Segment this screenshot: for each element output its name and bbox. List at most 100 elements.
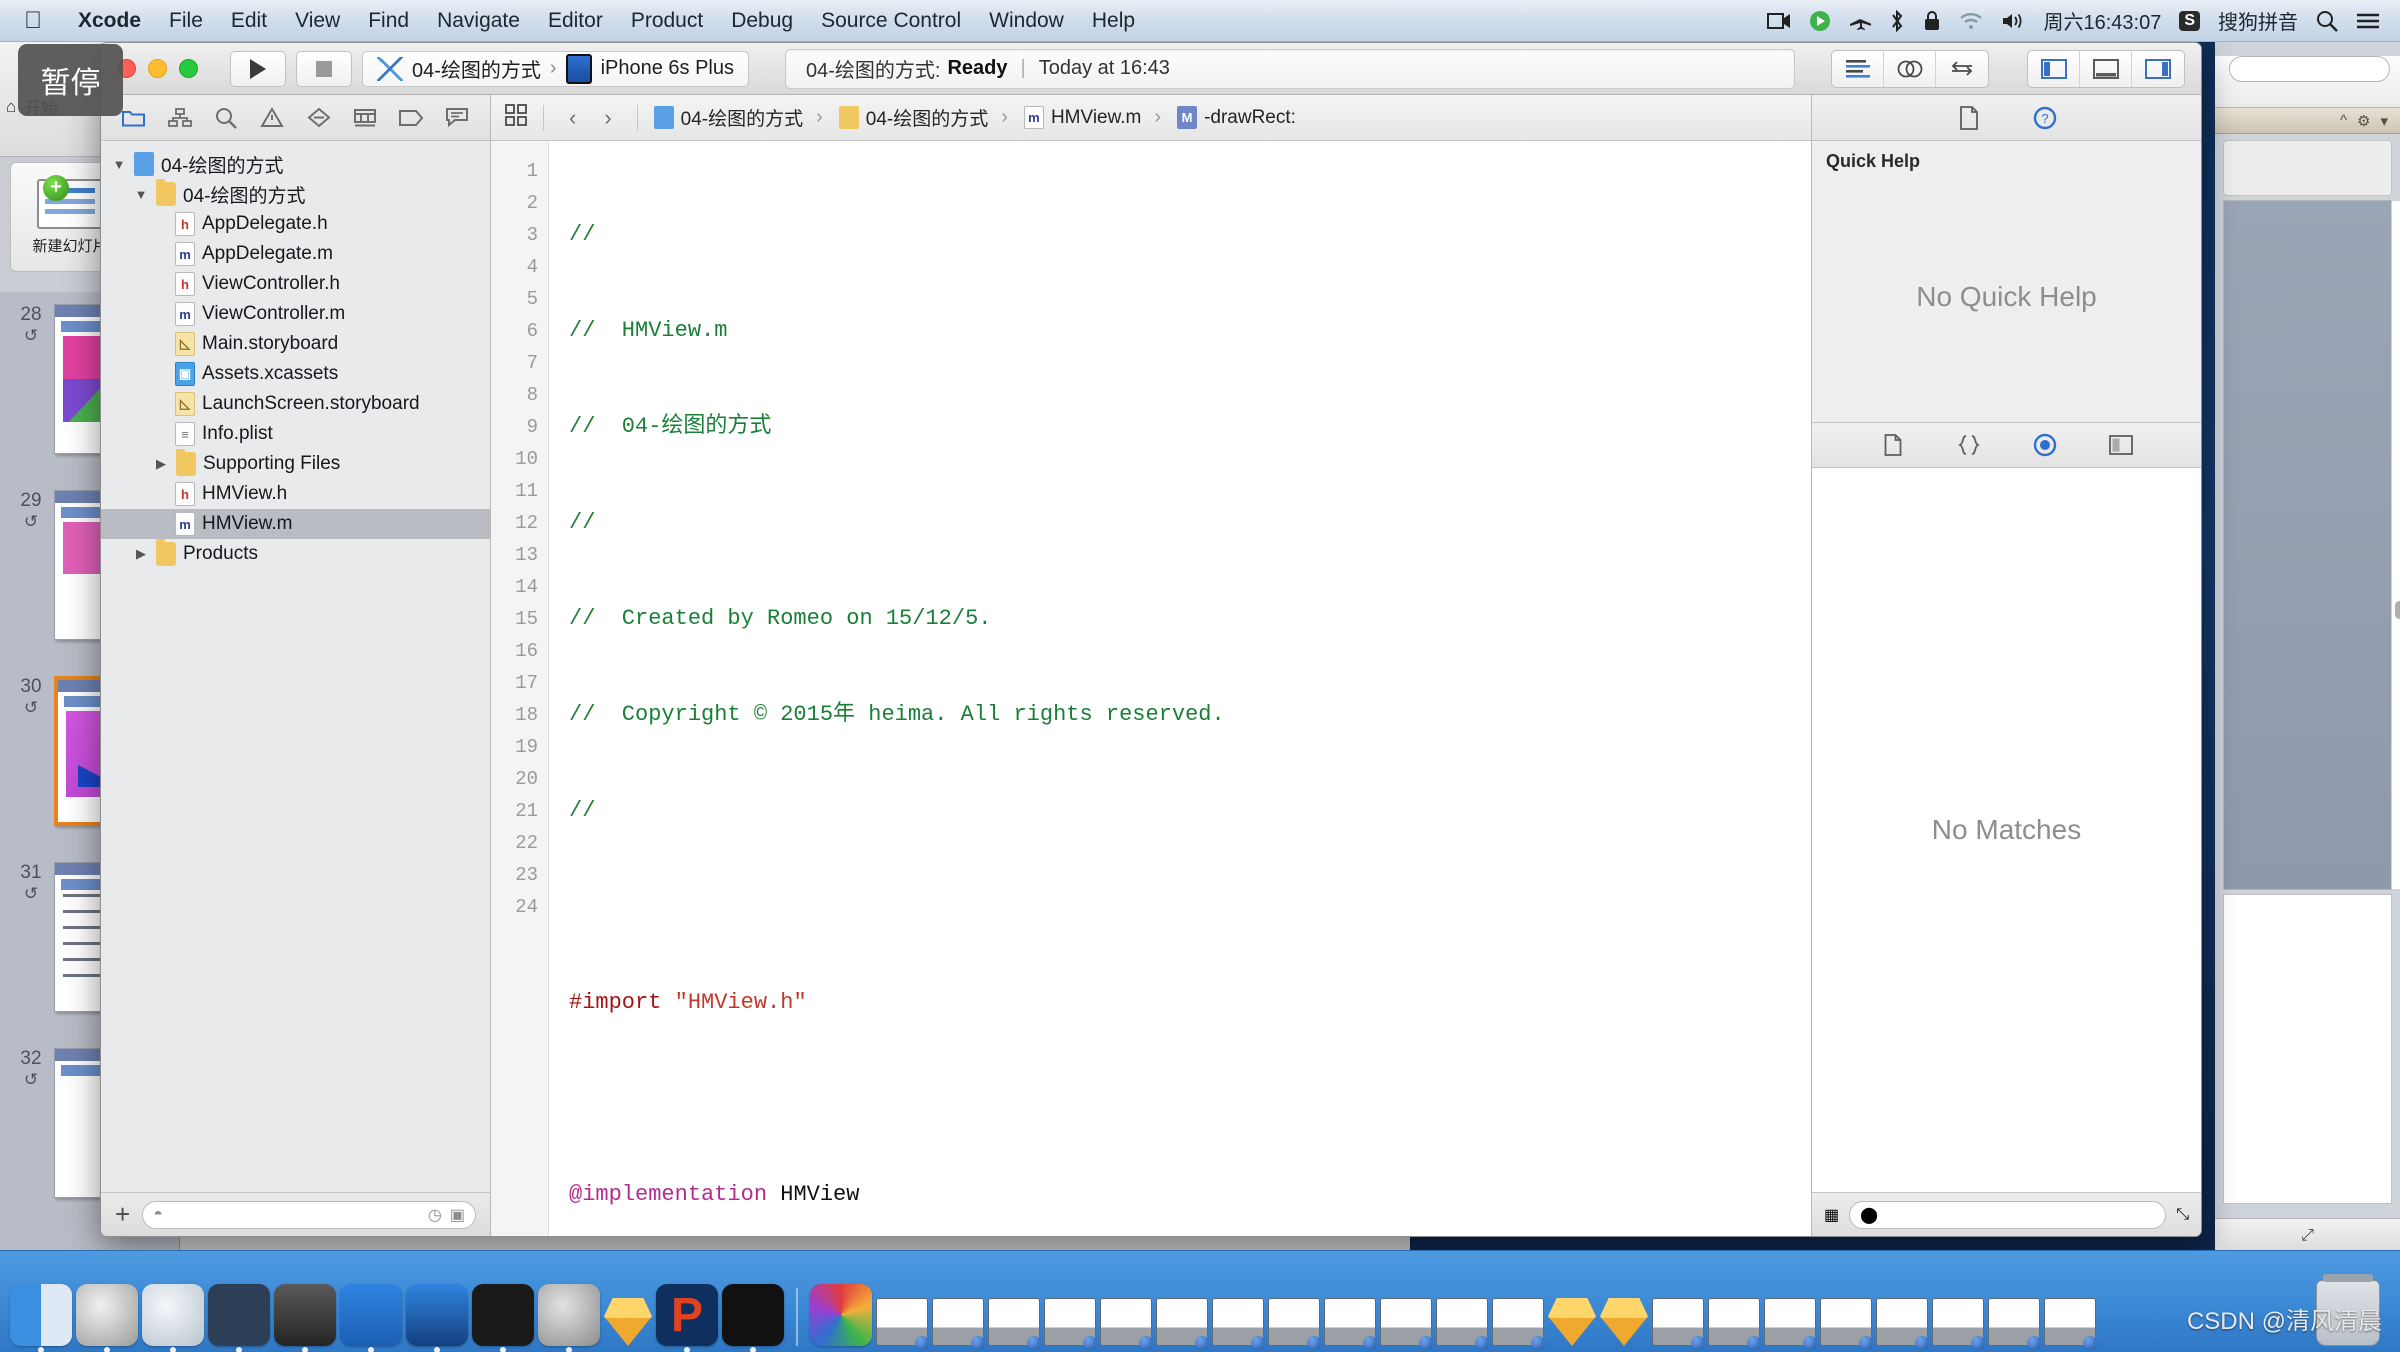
safari-icon[interactable] [142,1284,204,1352]
menu-item-editor[interactable]: Editor [534,9,617,33]
tree-row[interactable]: ▼ 04-绘图的方式 [101,179,490,209]
wifi-icon[interactable] [1959,12,1983,30]
breadcrumb-item-file[interactable]: m HMView.m › [1023,106,1167,129]
screen-record-icon[interactable] [1767,12,1791,30]
menu-item-xcode[interactable]: Xcode [64,9,155,33]
system-preferences-icon[interactable] [538,1284,600,1352]
recent-files-icon[interactable]: ▣ [450,1205,465,1225]
clock-icon[interactable]: ◷ [428,1205,442,1225]
minimized-document[interactable] [1600,1298,1648,1346]
navigator-pane[interactable]: ▼ 04-绘图的方式 ▼ 04-绘图的方式 h AppDelegate.h m … [101,95,491,1236]
minimized-window[interactable] [1652,1298,1705,1350]
minimized-window[interactable] [1156,1298,1209,1350]
disclosure-triangle[interactable]: ▼ [133,187,149,202]
lock-icon[interactable] [1923,10,1941,32]
code-line[interactable]: // HMView.m [569,315,1811,347]
menu-item-view[interactable]: View [281,9,354,33]
utilities-pane[interactable]: ? Quick Help No Quick Help No Matches ▦ … [1811,95,2201,1236]
launchpad-icon[interactable] [76,1284,138,1352]
menu-item-window[interactable]: Window [975,9,1078,33]
bg-right-ribbon[interactable]: ^ ⚙ ▾ [2215,108,2400,134]
tree-row[interactable]: h AppDelegate.h [101,209,490,239]
code-line[interactable]: #import "HMView.h" [569,987,1811,1019]
minimized-window[interactable] [1820,1298,1873,1350]
zoom-window-button[interactable] [179,59,198,78]
breakpoint-navigator-icon[interactable] [394,103,428,133]
toggle-debug-area-icon[interactable] [2080,50,2132,87]
tree-row[interactable]: ▼ 04-绘图的方式 [101,149,490,179]
toggle-utilities-icon[interactable] [2132,51,2184,87]
minimized-window[interactable] [1708,1298,1761,1350]
menu-bar-status-items[interactable]: 周六16:43:07 S 搜狗拼音 [1767,6,2400,35]
menu-item-find[interactable]: Find [354,9,423,33]
tree-row[interactable]: h HMView.h [101,479,490,509]
navigator-filter-input[interactable]: ◓ ◷ ▣ [142,1200,476,1229]
code-line[interactable]: // [569,219,1811,251]
tree-row-selected[interactable]: m HMView.m [101,509,490,539]
code-snippet-library-icon[interactable] [1952,430,1986,460]
breadcrumb-item-project[interactable]: 04-绘图的方式 › [653,104,829,131]
menu-item-help[interactable]: Help [1078,9,1149,33]
minimized-window[interactable] [1932,1298,1985,1350]
minimized-window[interactable] [1324,1298,1377,1350]
code-line[interactable] [569,891,1811,923]
menu-item-source-control[interactable]: Source Control [807,9,975,33]
bg-right-canvas[interactable] [2223,200,2400,890]
mac-menu-bar[interactable]:  Xcode File Edit View Find Navigate Edi… [0,0,2400,42]
window-controls[interactable] [117,59,198,78]
code-line[interactable]: // 04-绘图的方式 [569,411,1811,443]
assistant-editor-icon[interactable] [1884,50,1936,87]
tree-row[interactable]: ▣ Assets.xcassets [101,359,490,389]
source-code-area[interactable]: 12 34 56 78 9 10 11 12 13 14 15 16 17 18 19 20… [491,141,1811,1236]
editor-pane[interactable]: ‹ › 04-绘图的方式 › 04-绘图的方式 › m HMView.m › M… [491,95,1811,1236]
xcode-window[interactable]: 04-绘图的方式 › iPhone 6s Plus 04-绘图的方式: Read… [100,42,2202,1237]
tree-row[interactable]: m AppDelegate.m [101,239,490,269]
scheme-selector[interactable]: 04-绘图的方式 › iPhone 6s Plus [362,50,749,87]
terminal-icon[interactable] [472,1284,534,1352]
minimized-window[interactable] [932,1298,985,1350]
code-text[interactable]: // // HMView.m // 04-绘图的方式 // // Created… [549,141,1811,1236]
toggle-navigator-icon[interactable] [2028,50,2080,87]
resize-handle-icon[interactable]: ⤢ [2301,1227,2314,1245]
menu-item-product[interactable]: Product [617,9,717,33]
menu-item-file[interactable]: File [155,9,217,33]
bluetooth-icon[interactable] [1889,9,1905,32]
apple-icon[interactable]:  [24,8,42,33]
input-method-label[interactable]: 搜狗拼音 [2218,6,2298,35]
navigate-forward-button[interactable]: › [595,105,620,131]
library-filter-input[interactable]: ⬤ [1849,1200,2167,1229]
disclosure-triangle[interactable]: ▶ [133,546,149,562]
disclosure-triangle[interactable]: ▶ [153,456,169,472]
finder-icon[interactable] [10,1284,72,1352]
menu-item-debug[interactable]: Debug [717,9,807,33]
tree-row[interactable]: ◺ Main.storyboard [101,329,490,359]
standard-editor-icon[interactable] [1832,50,1884,87]
code-line[interactable]: // [569,507,1811,539]
media-library-icon[interactable] [2104,430,2138,460]
volume-icon[interactable] [2001,12,2025,30]
minimized-window[interactable] [1380,1298,1433,1350]
grid-icon[interactable]: ▦ [1824,1205,1839,1225]
menu-item-edit[interactable]: Edit [217,9,281,33]
find-navigator-icon[interactable] [209,103,243,133]
test-navigator-icon[interactable] [302,103,336,133]
minimize-window-button[interactable] [148,59,167,78]
scrollbar[interactable] [2391,201,2400,889]
input-method-badge[interactable]: S [2179,10,2200,31]
minimized-window[interactable] [2044,1298,2097,1350]
mac-dock[interactable]: P [0,1250,2400,1352]
quick-help-inspector-icon[interactable]: ? [2028,103,2062,133]
minimized-window[interactable] [876,1298,929,1350]
tree-row[interactable]: ≡ Info.plist [101,419,490,449]
breadcrumb-item-group[interactable]: 04-绘图的方式 › [838,104,1014,131]
interface-builder-icon[interactable] [406,1284,468,1352]
preview-app-icon[interactable] [810,1284,872,1346]
minimized-window[interactable] [1764,1298,1817,1350]
minimized-window[interactable] [988,1298,1041,1350]
debug-navigator-icon[interactable] [348,103,382,133]
code-line[interactable] [569,1083,1811,1115]
minimized-window[interactable] [1988,1298,2041,1350]
file-inspector-icon[interactable] [1952,103,1986,133]
library-filter-bar[interactable]: ▦ ⬤ ⤡ [1812,1192,2201,1236]
minimized-window[interactable] [1044,1298,1097,1350]
